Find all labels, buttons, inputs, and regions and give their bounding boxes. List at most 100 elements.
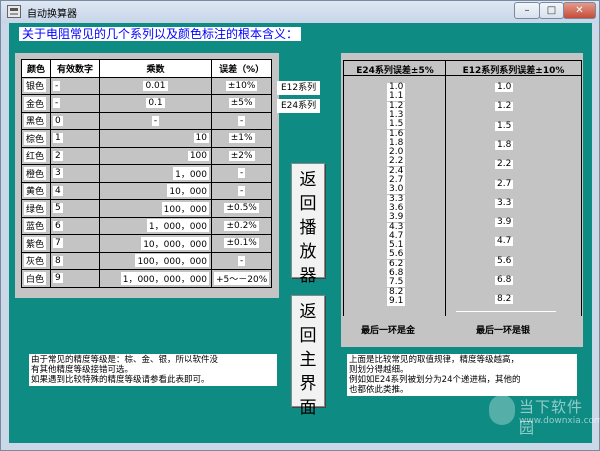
- cell-digit-text: 3: [53, 168, 63, 179]
- table-row: 绿色 5 100，000 ±0.5%: [21, 199, 273, 218]
- cell-digit-text: 4: [53, 185, 63, 196]
- cell-multiplier: 10，000: [99, 181, 212, 200]
- cell-color: 红色: [21, 146, 51, 165]
- cell-tolerance: ±5%: [210, 94, 273, 113]
- cell-color: 紫色: [21, 234, 51, 253]
- maximize-button[interactable]: □: [539, 2, 564, 19]
- note-line: 有其他精度等级接错可选。: [31, 365, 134, 375]
- divider: [343, 60, 344, 316]
- header-multiplier: 乘数: [99, 59, 212, 78]
- cell-multiplier-text: 100，000，000: [135, 254, 209, 268]
- cell-digit-text: -: [53, 80, 61, 91]
- watermark: 当下软件园 www.downxia.com: [489, 395, 600, 437]
- e12-footer: 最后一环是银: [476, 326, 531, 336]
- e12-value: 4.7: [495, 236, 514, 247]
- cell-tolerance: +5～－20%: [210, 269, 273, 288]
- cell-multiplier-text: 0.01: [143, 80, 168, 91]
- cell-multiplier-text: 1，000，000: [146, 219, 209, 233]
- cell-color: 白色: [21, 269, 51, 288]
- cell-multiplier: 10，000，000: [99, 234, 212, 253]
- page-heading: 关于电阻常见的几个系列以及颜色标注的根本含义：: [19, 27, 302, 41]
- divider: [343, 60, 581, 61]
- e12-value: 5.6: [495, 255, 514, 266]
- cell-tolerance-text: ±10%: [225, 80, 258, 91]
- cell-digit: 5: [50, 199, 100, 218]
- e12-value: 3.3: [495, 197, 514, 208]
- cell-tolerance-text: ±2%: [228, 150, 255, 161]
- cell-digit: -: [50, 76, 100, 95]
- cell-multiplier: 0.01: [99, 76, 212, 95]
- cell-tolerance: ±2%: [210, 146, 273, 165]
- color-code-table: 颜色 有效数字 乘数 误差（%） 银色 -0.01 ±10% 金色 -0.1 ±5% 黑色 0…: [21, 59, 273, 288]
- cell-digit-text: 6: [53, 220, 63, 231]
- header-color: 颜色: [21, 59, 51, 78]
- e12-value: 2.2: [495, 159, 514, 170]
- cell-tolerance: -: [210, 111, 273, 130]
- cell-digit: 2: [50, 146, 100, 165]
- client-area: 关于电阻常见的几个系列以及颜色标注的根本含义： 颜色 有效数字 乘数 误差（%）…: [9, 23, 600, 443]
- back-to-main-char: 面: [299, 398, 317, 418]
- cell-multiplier: 1，000: [99, 164, 212, 183]
- cell-digit: 3: [50, 164, 100, 183]
- e12-value: 1.0: [495, 82, 514, 92]
- e12-value: 6.8: [495, 275, 514, 285]
- e24-label: E24系列: [277, 99, 321, 113]
- app-window: 自动换算器 – □ ✕ 关于电阻常见的几个系列以及颜色标注的根本含义： 颜色 有…: [0, 0, 600, 451]
- cell-tolerance-text: -: [238, 185, 246, 196]
- cell-digit-text: -: [53, 98, 61, 109]
- table-header-row: 颜色 有效数字 乘数 误差（%）: [21, 59, 273, 78]
- e24-value: 7.5: [387, 277, 406, 288]
- back-to-player-char: 返: [299, 170, 317, 190]
- cell-digit: 0: [50, 111, 100, 130]
- cell-digit-text: 2: [53, 150, 63, 161]
- note-line: 例如如E24系列被划分为24个递进档，其他的: [349, 375, 521, 385]
- cell-tolerance: -: [210, 251, 273, 270]
- cell-color: 银色: [21, 76, 51, 95]
- cell-multiplier-text: 100: [187, 150, 209, 161]
- note-line: 如果遇到比较特殊的精度等级请参看此表即可。: [31, 375, 210, 385]
- cell-multiplier-text: -: [151, 115, 160, 126]
- close-button[interactable]: ✕: [563, 2, 596, 19]
- e24-value: 1.5: [387, 119, 406, 130]
- watermark-url: www.downxia.com: [519, 416, 600, 426]
- back-to-player-char: 回: [299, 194, 317, 214]
- table-row: 黑色 0 - -: [21, 111, 273, 130]
- cell-multiplier-text: 1，000: [173, 166, 209, 180]
- back-to-main-char: 返: [299, 302, 317, 322]
- cell-color: 黑色: [21, 111, 51, 130]
- cell-tolerance: ±10%: [210, 76, 273, 95]
- table-row: 橙色 3 1，000 -: [21, 164, 273, 183]
- e12-value: 1.2: [495, 101, 514, 112]
- cell-color-text: 橙色: [24, 166, 47, 180]
- divider: [581, 60, 582, 316]
- table-row: 棕色 1 10 ±1%: [21, 129, 273, 148]
- cell-multiplier: 100: [99, 146, 212, 165]
- cell-multiplier: 1，000，000，000: [99, 269, 212, 288]
- back-to-main-button[interactable]: 返 回 主 界 面: [291, 295, 325, 418]
- watermark-logo-icon: [489, 395, 515, 425]
- back-to-player-button[interactable]: 返 回 播 放 器: [291, 163, 325, 286]
- cell-color: 黄色: [21, 181, 51, 200]
- cell-tolerance: -: [210, 181, 273, 200]
- cell-color-text: 绿色: [24, 201, 47, 215]
- cell-multiplier: 10: [99, 129, 212, 148]
- cell-color-text: 红色: [24, 149, 47, 163]
- cell-multiplier: -: [99, 111, 212, 130]
- divider: [456, 311, 556, 312]
- note-line: 由于常见的精度等级是：棕、金、银，所以软件没: [31, 355, 219, 365]
- cell-color-text: 棕色: [24, 131, 47, 145]
- cell-digit: 6: [50, 216, 100, 235]
- cell-digit-text: 1: [53, 133, 63, 144]
- header-digit: 有效数字: [50, 59, 100, 78]
- e24-value: 3.0: [387, 184, 406, 195]
- back-to-main-char: 主: [299, 350, 317, 370]
- back-to-main-char: 界: [299, 374, 317, 394]
- cell-digit: 8: [50, 251, 100, 270]
- table-row: 蓝色 6 1，000，000 ±0.2%: [21, 216, 273, 235]
- cell-tolerance: ±0.1%: [210, 234, 273, 253]
- cell-digit-text: 5: [53, 203, 63, 214]
- minimize-button[interactable]: –: [514, 2, 540, 19]
- back-to-player-char: 播: [299, 218, 317, 238]
- cell-tolerance-text: -: [238, 168, 246, 179]
- e12-value: 1.5: [495, 120, 514, 131]
